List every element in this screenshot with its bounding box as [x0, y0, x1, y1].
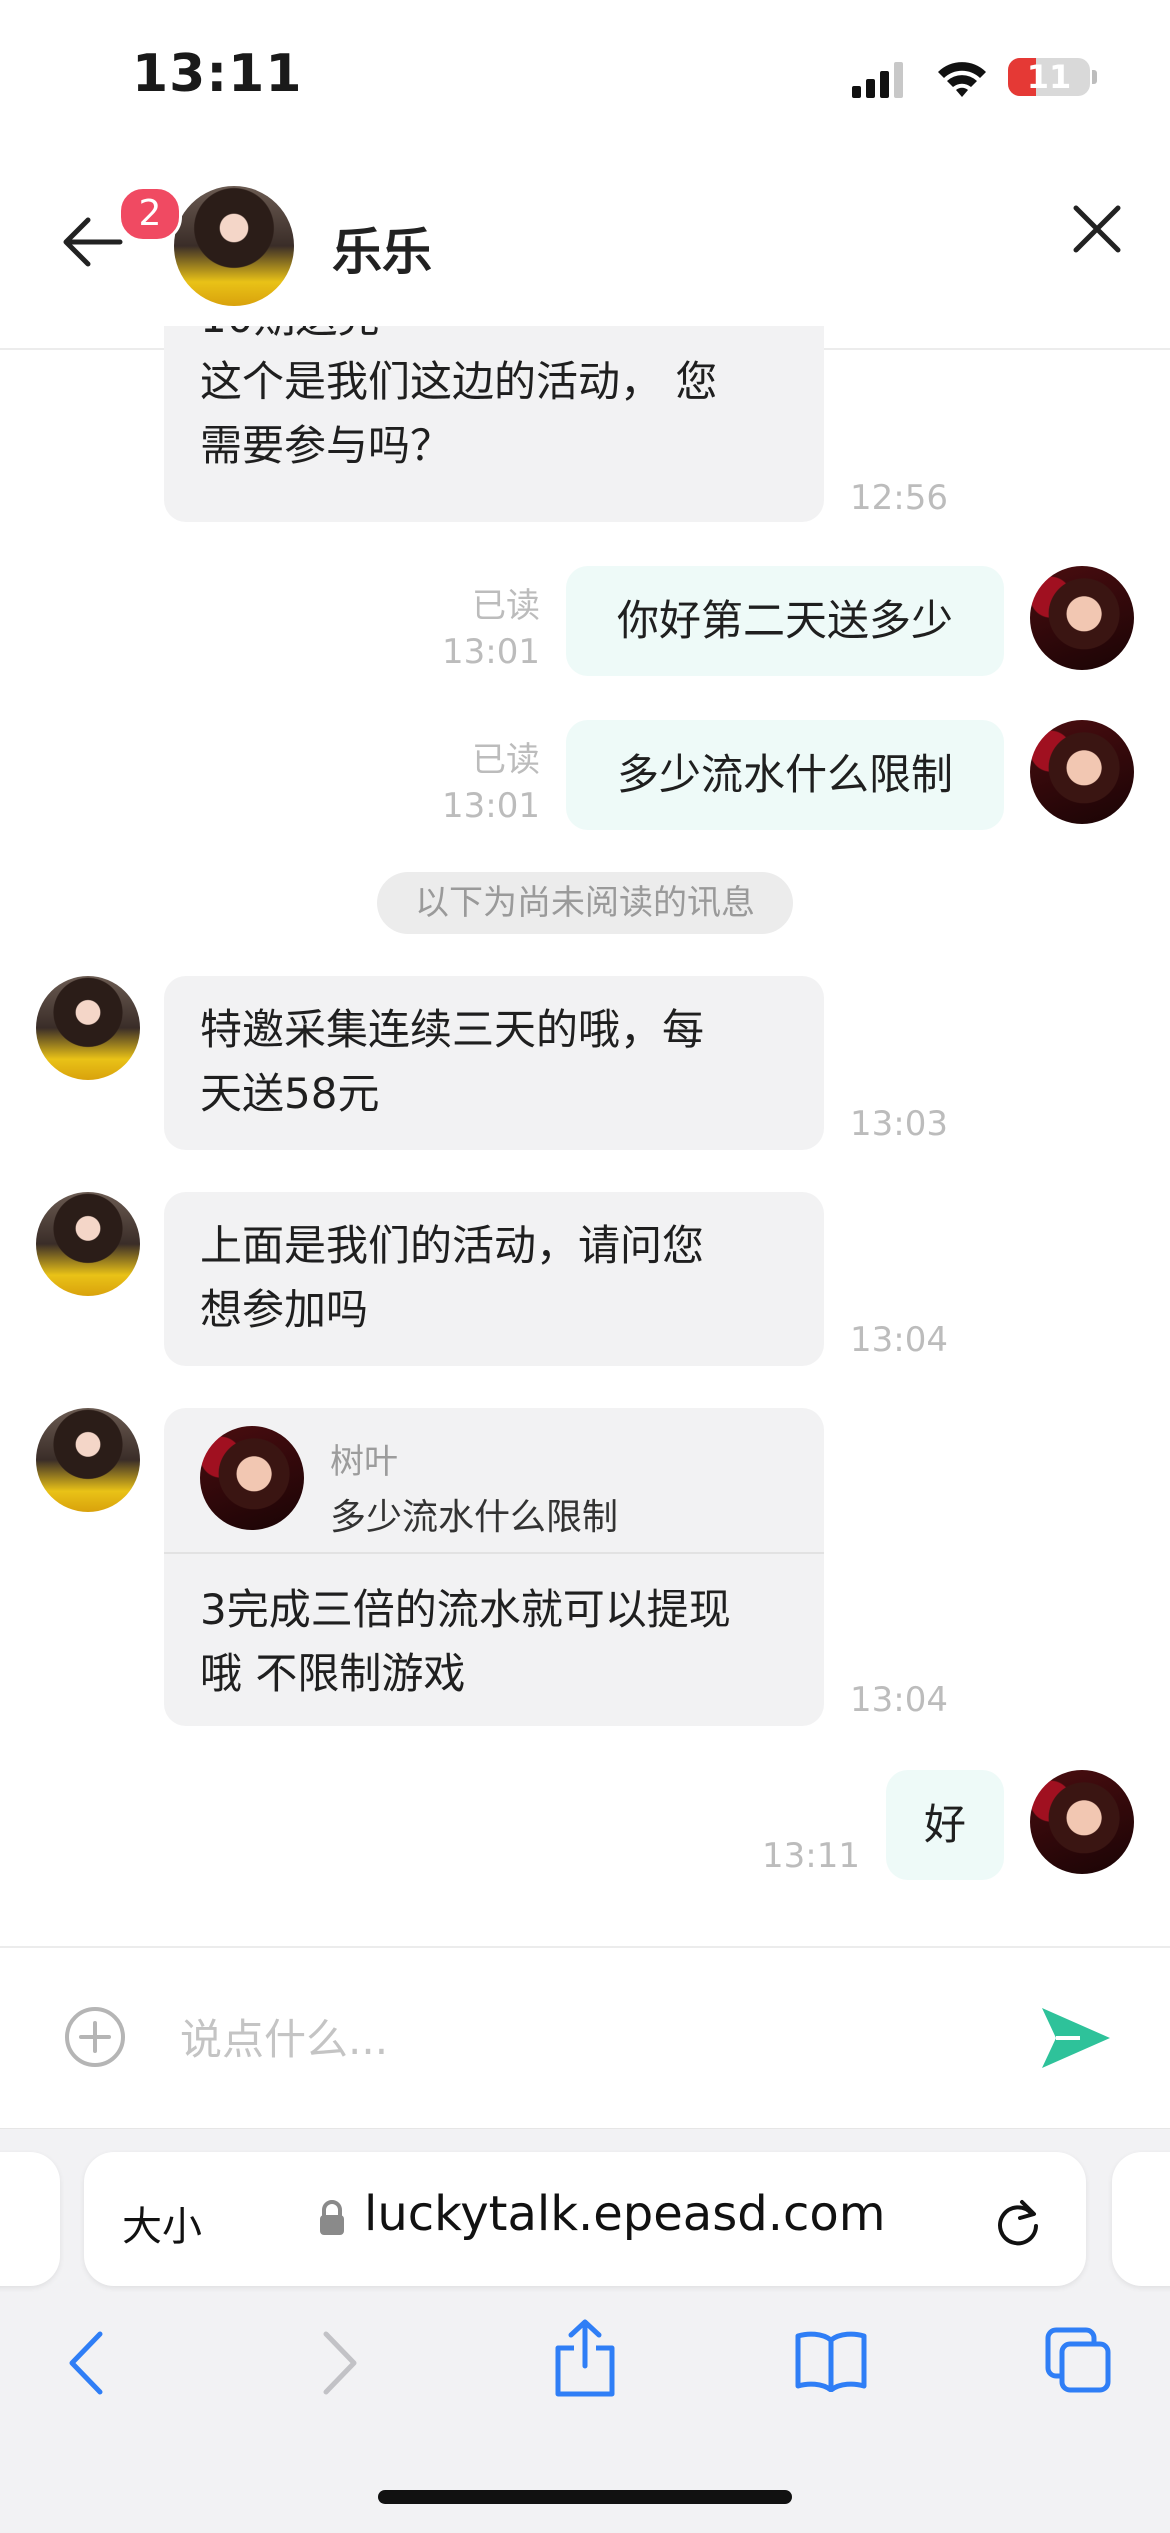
contact-avatar[interactable] [36, 1408, 140, 1512]
status-time: 13:11 [132, 44, 303, 104]
battery-tip [1092, 70, 1097, 84]
send-icon[interactable] [1040, 2006, 1112, 2070]
contact-avatar[interactable] [174, 186, 294, 306]
tabs-icon[interactable] [1044, 2326, 1114, 2396]
message-bubble-incoming[interactable]: 上面是我们的活动，请问您 想参加吗 [164, 1192, 824, 1366]
back-arrow-icon[interactable] [60, 214, 124, 270]
read-receipt: 已读 [472, 740, 540, 780]
home-indicator [378, 2490, 792, 2504]
message-text-line: 想参加吗 [200, 1285, 369, 1334]
message-time: 13:11 [762, 1836, 860, 1876]
message-time: 13:01 [442, 632, 540, 672]
message-bubble-incoming-reply[interactable]: 树叶 多少流水什么限制 3完成三倍的流水就可以提现 哦 不限制游戏 [164, 1408, 824, 1726]
message-bubble-incoming[interactable]: 10期送完 这个是我们这边的活动， 您 需要参与吗？ [164, 326, 824, 522]
cellular-signal-icon [852, 62, 903, 98]
battery-level: 11 [1026, 58, 1072, 96]
message-time: 12:56 [850, 478, 948, 518]
plus-circle-icon[interactable] [64, 2006, 126, 2068]
quote-separator [164, 1552, 824, 1554]
my-avatar[interactable] [1030, 1770, 1134, 1874]
contact-avatar[interactable] [36, 976, 140, 1080]
message-time: 13:04 [850, 1320, 948, 1360]
message-input[interactable]: 说点什么... [180, 2006, 1000, 2067]
contact-avatar[interactable] [36, 1192, 140, 1296]
forward-nav-icon[interactable] [320, 2330, 360, 2396]
my-avatar[interactable] [1030, 566, 1134, 670]
unread-divider: 以下为尚未阅读的讯息 [377, 872, 793, 934]
message-time: 13:04 [850, 1680, 948, 1720]
message-bubble-outgoing[interactable]: 你好第二天送多少 [566, 566, 1004, 676]
bookmarks-icon[interactable] [794, 2330, 868, 2392]
message-text-line: 10期送完 [200, 326, 788, 350]
close-icon[interactable] [1072, 204, 1122, 254]
message-text-line: 需要参与吗？ [200, 421, 453, 470]
message-bubble-outgoing[interactable]: 多少流水什么限制 [566, 720, 1004, 830]
battery-indicator: 11 [1008, 58, 1090, 96]
next-tab-card[interactable] [1112, 2152, 1170, 2286]
message-time: 13:03 [850, 1104, 948, 1144]
url-text[interactable]: luckytalk.epeasd.com [364, 2186, 885, 2242]
my-avatar[interactable] [1030, 720, 1134, 824]
chat-title: 乐乐 [332, 223, 432, 281]
message-text-line: 3完成三倍的流水就可以提现 [200, 1585, 731, 1634]
message-text-line: 哦 不限制游戏 [200, 1649, 466, 1698]
message-text-line: 上面是我们的活动，请问您 [200, 1221, 705, 1270]
quoted-avatar [200, 1426, 304, 1530]
read-receipt: 已读 [472, 586, 540, 626]
back-nav-icon[interactable] [66, 2330, 106, 2396]
quoted-sender: 树叶 [330, 1442, 398, 1482]
message-text-line: 特邀采集连续三天的哦，每 [200, 1005, 705, 1054]
text-size-button[interactable]: 大小 [122, 2194, 202, 2252]
reload-icon[interactable] [992, 2196, 1044, 2248]
share-icon[interactable] [552, 2318, 618, 2398]
message-bubble-incoming[interactable]: 特邀采集连续三天的哦，每 天送58元 [164, 976, 824, 1150]
quoted-text: 多少流水什么限制 [330, 1497, 619, 1538]
message-text-line: 这个是我们这边的活动， 您 [200, 357, 718, 406]
message-bubble-outgoing[interactable]: 好 [886, 1770, 1004, 1880]
wifi-icon [938, 62, 986, 97]
lock-icon [320, 2200, 344, 2235]
message-text-line: 天送58元 [200, 1069, 380, 1118]
message-time: 13:01 [442, 786, 540, 826]
unread-badge: 2 [118, 186, 182, 242]
previous-tab-card[interactable] [0, 2152, 60, 2286]
